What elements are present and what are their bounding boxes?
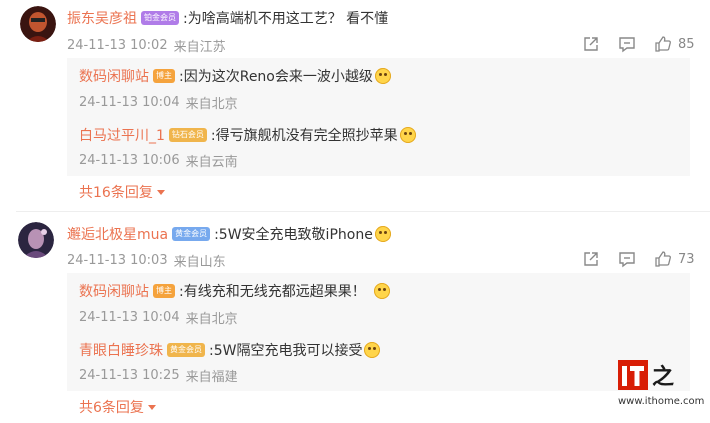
reply-username[interactable]: 数码闲聊站 (79, 66, 149, 86)
reply-username[interactable]: 数码闲聊站 (79, 281, 149, 301)
like-icon (655, 251, 671, 267)
comment-button[interactable] (618, 250, 636, 268)
ithome-logo: 之 (618, 358, 682, 396)
reply-text: :因为这次Reno会来一波小越级 (179, 69, 373, 85)
reply-time: 24-11-13 10:04 (79, 310, 180, 325)
comment-time: 24-11-13 10:03 (67, 253, 168, 268)
reply-location: 来自北京 (185, 97, 238, 112)
reply-username[interactable]: 青眼白睡珍珠 (79, 340, 163, 360)
divider (16, 211, 710, 212)
watermark-url: www.ithome.com (618, 396, 705, 407)
share-button[interactable] (582, 250, 600, 268)
blogger-badge: 博主 (153, 284, 175, 298)
comment-button[interactable] (618, 35, 636, 53)
comment-icon (619, 252, 635, 268)
avatar[interactable] (18, 222, 54, 258)
avatar[interactable] (20, 6, 56, 42)
comment-username[interactable]: 振东吴彦祖 (67, 8, 137, 28)
like-count: 85 (678, 36, 695, 52)
comment-username[interactable]: 邂逅北极星mua (67, 224, 168, 244)
emoji-icon (399, 127, 416, 143)
comment-location: 来自江苏 (173, 40, 226, 55)
svg-text:之: 之 (652, 364, 674, 390)
caret-down-icon (147, 404, 156, 410)
caret-down-icon (156, 189, 165, 195)
share-button[interactable] (582, 35, 600, 53)
more-replies-label: 共6条回复 (79, 400, 144, 416)
reply-text: :5W隔空充电我可以接受 (209, 343, 363, 359)
comment-icon (619, 37, 635, 53)
member-badge: 铂金会员 (141, 11, 179, 25)
member-badge: 黄金会员 (172, 227, 211, 241)
reply-location: 来自北京 (185, 312, 238, 327)
emoji-icon (373, 283, 390, 299)
emoji-icon (374, 68, 391, 84)
blogger-badge: 博主 (153, 69, 175, 83)
reply-location: 来自福建 (185, 370, 238, 385)
emoji-icon (364, 342, 381, 358)
reply-username[interactable]: 白马过平川_1 (79, 125, 165, 145)
comment-text: :5W安全充电致敬iPhone (214, 227, 373, 243)
reply-time: 24-11-13 10:04 (79, 95, 180, 110)
comment-location: 来自山东 (173, 255, 226, 270)
more-replies-link[interactable]: 共6条回复 (79, 397, 156, 417)
reply-location: 来自云南 (185, 155, 238, 170)
reply-time: 24-11-13 10:25 (79, 368, 180, 383)
member-badge: 黄金会员 (167, 343, 205, 357)
like-icon (655, 36, 671, 52)
reply-text: :有线充和无线充都远超果果！ (179, 284, 366, 300)
member-badge: 钻石会员 (168, 128, 207, 142)
like-button[interactable]: 73 (654, 250, 695, 268)
comment-text: :为啥高端机不用这工艺？ 看不懂 (183, 11, 389, 27)
reply-time: 24-11-13 10:06 (79, 153, 180, 168)
share-icon (584, 252, 598, 266)
share-icon (584, 37, 598, 51)
reply-text: :得亏旗舰机没有完全照抄苹果 (210, 128, 398, 144)
like-button[interactable]: 85 (654, 35, 695, 53)
comment-time: 24-11-13 10:02 (67, 38, 168, 53)
emoji-icon (374, 226, 391, 242)
like-count: 73 (678, 251, 695, 267)
more-replies-link[interactable]: 共16条回复 (79, 182, 165, 202)
more-replies-label: 共16条回复 (79, 185, 153, 201)
